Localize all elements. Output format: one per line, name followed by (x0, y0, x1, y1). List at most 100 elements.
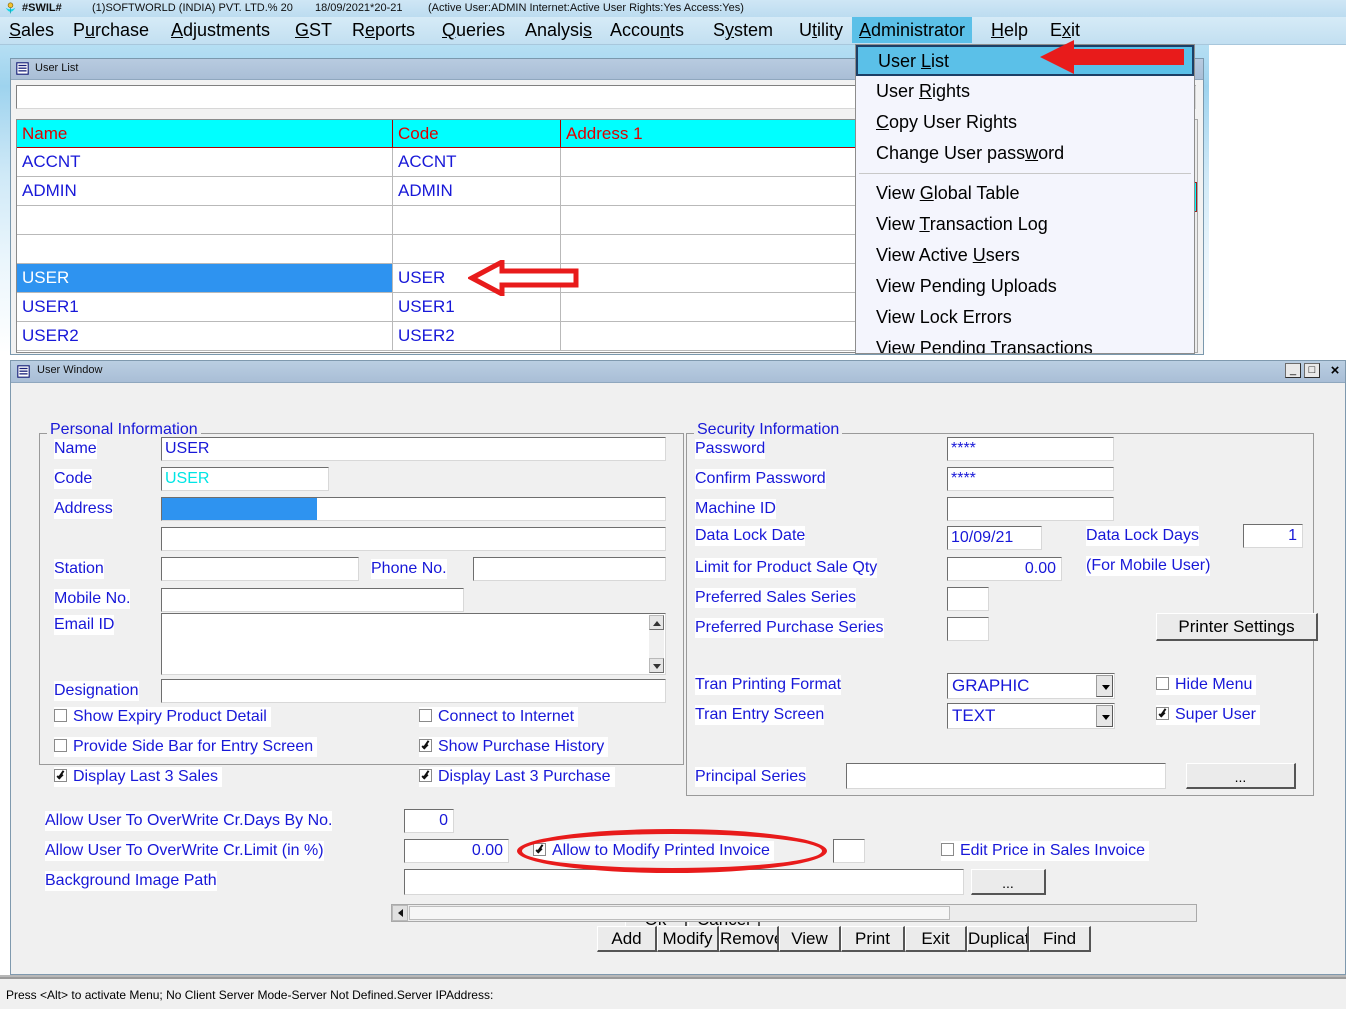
checkbox-display-last-3-purchase[interactable]: Display Last 3 Purchase (419, 767, 615, 787)
preferred-purchase-series-label: Preferred Purchase Series (695, 618, 884, 638)
tran-entry-screen-select[interactable]: TEXT (947, 703, 1115, 729)
tran-entry-screen-value: TEXT (952, 706, 996, 725)
checkbox-box-icon (54, 709, 67, 722)
data-lock-days-field[interactable]: 1 (1243, 524, 1303, 548)
background-image-path-field[interactable] (404, 869, 964, 895)
email-field[interactable] (161, 613, 666, 675)
minimize-button[interactable]: _ (1285, 363, 1301, 378)
duplicate-button[interactable]: Duplicate (967, 926, 1029, 952)
scroll-left-icon[interactable] (392, 905, 408, 921)
session-date: 18/09/2021*20-21 (315, 2, 403, 14)
checkbox-show-purchase-history[interactable]: Show Purchase History (419, 737, 609, 757)
column-header-code[interactable]: Code (392, 120, 561, 148)
allow-modify-printed-invoice-spacer-field[interactable] (833, 839, 865, 863)
tran-printing-format-select[interactable]: GRAPHIC (947, 673, 1115, 699)
find-button[interactable]: Find (1029, 926, 1091, 952)
machine-id-field[interactable] (947, 497, 1114, 521)
preferred-sales-series-field[interactable] (947, 587, 989, 611)
menu-accounts[interactable]: Accounts (603, 17, 691, 43)
menu-sales[interactable]: SSalesales (2, 17, 61, 43)
checkbox-show-expiry-product-detail[interactable]: Show Expiry Product Detail (54, 707, 271, 727)
overwrite-days-field[interactable]: 0 (404, 809, 454, 833)
column-header-name[interactable]: Name (17, 120, 393, 148)
checkbox-provide-side-bar[interactable]: Provide Side Bar for Entry Screen (54, 737, 318, 757)
swil-logo-icon (5, 2, 16, 14)
address-line1-field[interactable] (161, 497, 666, 521)
chevron-down-icon[interactable] (1096, 705, 1113, 727)
station-field[interactable] (161, 557, 359, 581)
menu-utility[interactable]: Utility (792, 17, 850, 43)
confirm-password-field[interactable]: **** (947, 467, 1114, 491)
menu-item-change-user-password[interactable]: Change User password (856, 138, 1194, 169)
checkbox-box-icon (941, 843, 954, 856)
menu-administrator[interactable]: Administrator (852, 17, 973, 43)
name-field[interactable]: USER (161, 437, 666, 461)
menu-gst[interactable]: GST (288, 17, 339, 43)
view-button[interactable]: View (779, 926, 841, 952)
confirm-password-label: Confirm Password (695, 469, 826, 489)
data-lock-date-field[interactable]: 10/09/21 (947, 526, 1042, 550)
checkbox-hide-menu[interactable]: Hide Menu (1156, 675, 1257, 695)
designation-field[interactable] (161, 679, 666, 703)
menu-adjustments[interactable]: Adjustments (164, 17, 277, 43)
menu-queries[interactable]: Queries (435, 17, 512, 43)
limit-product-sale-qty-field[interactable]: 0.00 (947, 557, 1062, 581)
cell-code (392, 205, 561, 235)
menu-reports[interactable]: Reports (345, 17, 422, 43)
add-button[interactable]: Add (597, 926, 657, 952)
station-label: Station (54, 559, 104, 579)
scrollbar-track[interactable] (409, 906, 950, 920)
overwrite-limit-field[interactable]: 0.00 (404, 839, 509, 863)
administrator-dropdown-menu[interactable]: User List User Rights Copy User Rights C… (855, 44, 1195, 354)
horizontal-scrollbar[interactable] (391, 904, 1197, 922)
cell-name: ACCNT (17, 147, 393, 177)
menu-item-user-list[interactable]: User List (856, 45, 1194, 76)
menu-analysis[interactable]: Analysis (518, 17, 599, 43)
code-field[interactable]: USER (161, 467, 329, 491)
address-line2-field[interactable] (161, 527, 666, 551)
checkbox-super-user[interactable]: Super User (1156, 705, 1260, 725)
preferred-purchase-series-field[interactable] (947, 617, 989, 641)
close-button[interactable]: × (1327, 363, 1343, 378)
modify-button[interactable]: Modify (657, 926, 719, 952)
checkbox-connect-to-internet[interactable]: Connect to Internet (419, 707, 579, 727)
checkbox-allow-modify-printed-invoice[interactable]: Allow to Modify Printed Invoice (533, 841, 774, 861)
exit-button[interactable]: Exit (905, 926, 967, 952)
company-name: (1)SOFTWORLD (INDIA) PVT. LTD.% 20 (92, 2, 293, 14)
menu-item-view-active-users[interactable]: View Active Users (856, 240, 1194, 271)
phone-field[interactable] (473, 557, 666, 581)
window-list-icon (16, 62, 29, 75)
checkbox-label: Provide Side Bar for Entry Screen (73, 738, 314, 755)
menu-item-view-global-table[interactable]: View Global Table (856, 178, 1194, 209)
background-image-browse-button[interactable]: ... (971, 869, 1046, 895)
machine-id-label: Machine ID (695, 499, 776, 519)
remove-button[interactable]: Remove (719, 926, 779, 952)
menu-item-copy-user-rights[interactable]: Copy User Rights (856, 107, 1194, 138)
checkbox-edit-price-in-sales-invoice[interactable]: Edit Price in Sales Invoice (941, 841, 1149, 861)
mobile-field[interactable] (161, 588, 464, 612)
menu-item-view-transaction-log[interactable]: View Transaction Log (856, 209, 1194, 240)
menu-exit[interactable]: Exit (1043, 17, 1087, 43)
menu-help[interactable]: Help (984, 17, 1035, 43)
printer-settings-button[interactable]: Printer Settings (1156, 613, 1318, 641)
menu-system[interactable]: System (706, 17, 780, 43)
scroll-up-icon[interactable] (649, 615, 664, 630)
principal-series-field[interactable] (846, 763, 1166, 789)
principal-series-browse-button[interactable]: ... (1186, 763, 1296, 789)
overwrite-days-label: Allow User To OverWrite Cr.Days By No. (45, 811, 333, 831)
password-field[interactable]: **** (947, 437, 1114, 461)
chevron-down-icon[interactable] (1096, 675, 1113, 697)
menu-item-view-lock-errors[interactable]: View Lock Errors (856, 302, 1194, 333)
checkbox-display-last-3-sales[interactable]: Display Last 3 Sales (54, 767, 222, 787)
checkbox-box-icon (419, 709, 432, 722)
background-image-path-label: Background Image Path (45, 871, 217, 891)
menu-item-view-pending-uploads[interactable]: View Pending Uploads (856, 271, 1194, 302)
scroll-down-icon[interactable] (649, 658, 664, 673)
maximize-button[interactable]: □ (1304, 363, 1320, 378)
cell-name: ADMIN (17, 176, 393, 206)
email-scrollbar[interactable] (649, 615, 664, 673)
menu-purchase[interactable]: Purchase (66, 17, 156, 43)
menu-item-user-rights[interactable]: User Rights (856, 76, 1194, 107)
print-button[interactable]: Print (841, 926, 905, 952)
menu-item-view-pending-transactions[interactable]: View Pending Transactions (856, 333, 1194, 353)
